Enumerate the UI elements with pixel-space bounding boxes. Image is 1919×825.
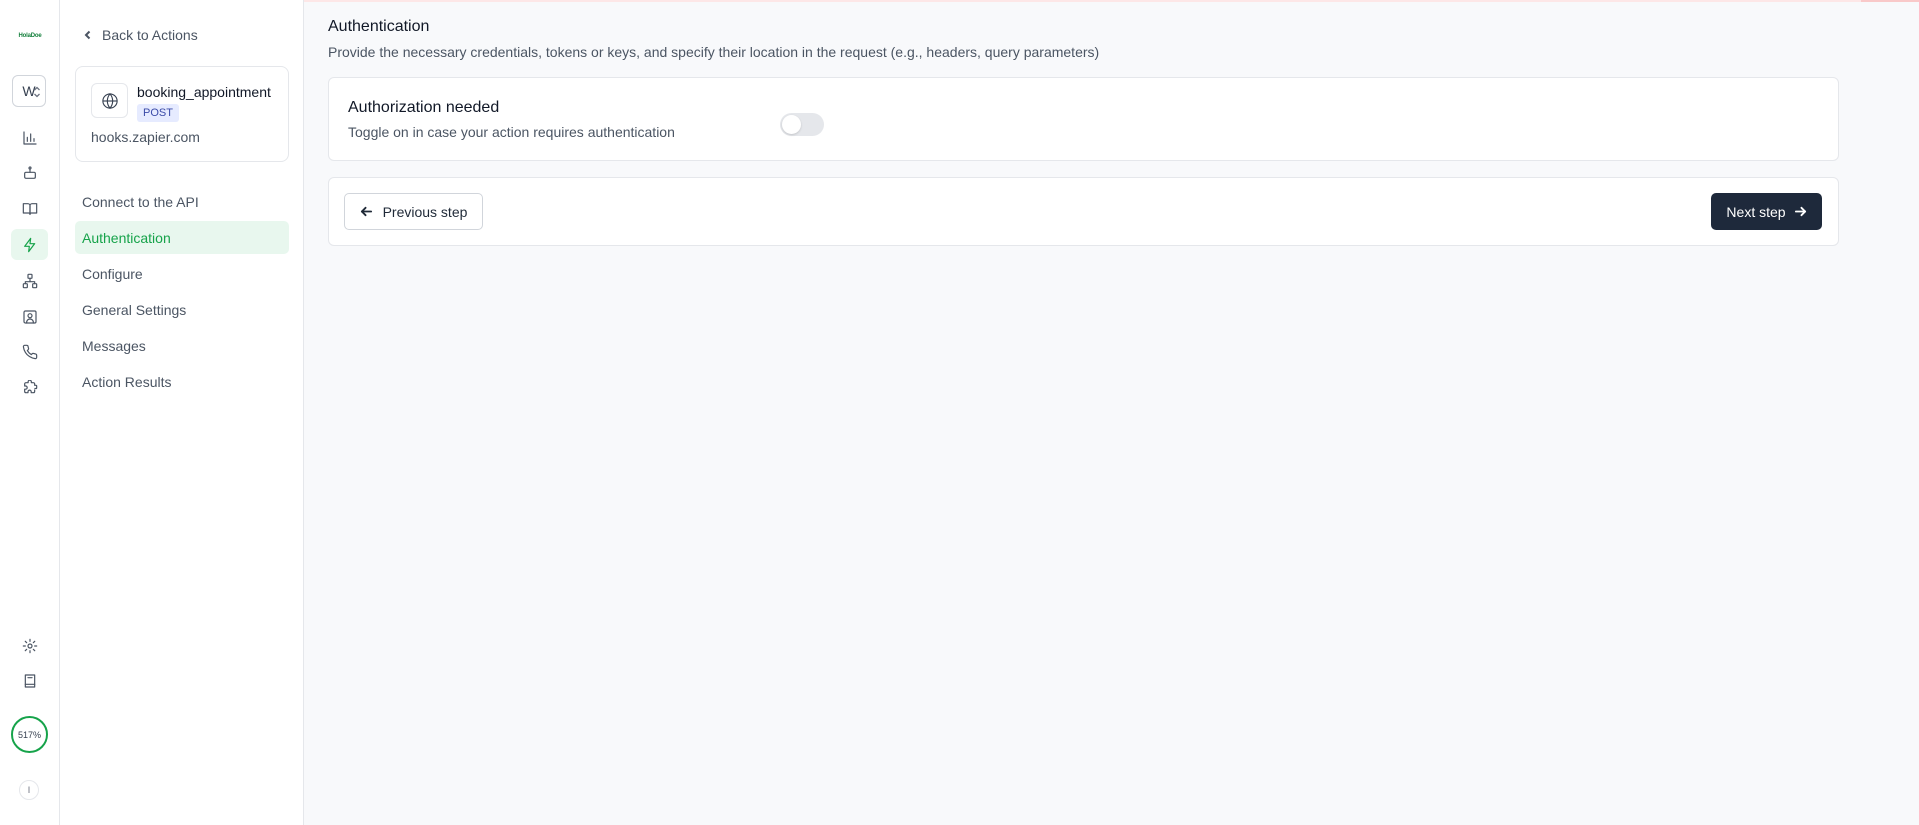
rail-contacts[interactable] (11, 301, 48, 332)
phone-icon (22, 344, 37, 359)
previous-step-label: Previous step (382, 203, 468, 220)
back-to-actions-link[interactable]: Back to Actions (82, 25, 198, 45)
rail-workflows[interactable] (11, 265, 48, 296)
user-avatar[interactable]: I (19, 780, 39, 800)
rail-knowledge[interactable] (11, 193, 48, 224)
previous-step-button[interactable]: Previous step (344, 193, 483, 230)
page-description: Provide the necessary credentials, token… (328, 44, 1100, 60)
action-name: booking_appointment (137, 84, 271, 100)
http-method-badge: POST (137, 104, 179, 122)
zap-icon (23, 237, 35, 252)
rail-integrations[interactable] (11, 372, 48, 403)
step-navigation: Previous step Next step (328, 177, 1839, 246)
toggle-knob (782, 115, 801, 134)
action-sidebar: Back to Actions booking_appointment POST… (60, 0, 304, 825)
logo-text: HolaDoe (18, 33, 42, 39)
authorization-help: Toggle on in case your action requires a… (348, 124, 675, 140)
arrow-left-icon (360, 206, 372, 217)
step-authentication[interactable]: Authentication (75, 221, 289, 254)
page-title: Authentication (328, 18, 430, 35)
authorization-card: Authorization needed Toggle on in case y… (328, 77, 1839, 161)
action-icon-box (91, 83, 128, 118)
rail-docs[interactable] (11, 665, 48, 696)
action-summary-card: booking_appointment POST hooks.zapier.co… (75, 66, 289, 162)
usage-label: 517% (17, 729, 42, 740)
puzzle-icon (23, 379, 37, 393)
globe-icon (101, 92, 118, 109)
step-list: Connect to the API Authentication Config… (75, 185, 289, 401)
step-messages[interactable]: Messages (75, 329, 289, 362)
rail-calls[interactable] (11, 336, 48, 367)
contact-icon (22, 309, 37, 324)
rail-analytics[interactable] (11, 122, 48, 153)
settings-icon (22, 638, 37, 653)
app-logo[interactable]: HolaDoe (10, 27, 50, 45)
next-step-label: Next step (1726, 203, 1786, 220)
bar-chart-icon (22, 130, 37, 145)
network-icon (22, 273, 37, 288)
step-general-settings[interactable]: General Settings (75, 293, 289, 326)
step-configure[interactable]: Configure (75, 257, 289, 290)
usage-indicator[interactable]: 517% (11, 716, 48, 753)
rail-actions[interactable] (11, 229, 48, 260)
icon-rail: HolaDoe W 517% I (0, 0, 60, 825)
step-action-results[interactable]: Action Results (75, 365, 289, 398)
step-connect-api[interactable]: Connect to the API (75, 185, 289, 218)
bot-icon (23, 165, 36, 179)
authorization-toggle[interactable] (780, 113, 824, 136)
authorization-title: Authorization needed (348, 99, 500, 116)
chevron-left-icon (84, 30, 91, 40)
chevrons-up-down-icon (34, 86, 40, 98)
book-icon (24, 673, 35, 688)
back-link-label: Back to Actions (102, 27, 198, 43)
workspace-switcher[interactable]: W (12, 75, 46, 107)
next-step-button[interactable]: Next step (1711, 193, 1822, 230)
user-initial: I (27, 785, 31, 795)
arrow-right-icon (1794, 206, 1806, 217)
rail-agents[interactable] (11, 157, 48, 188)
rail-settings[interactable] (11, 630, 48, 661)
main-content: Authentication Provide the necessary cre… (304, 0, 1919, 825)
book-open-icon (22, 202, 37, 215)
action-host: hooks.zapier.com (91, 129, 200, 145)
